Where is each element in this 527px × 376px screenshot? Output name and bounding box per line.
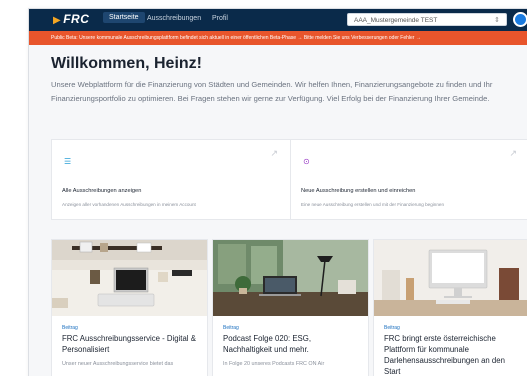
article-excerpt: Unser neuer Ausschreibungsservice bietet… — [62, 361, 174, 367]
top-navigation-bar: ▶ FRC Startseite Ausschreibungen Profil A… — [29, 9, 527, 31]
list-icon: ☰ — [64, 157, 72, 166]
avatar[interactable] — [513, 12, 527, 27]
arrow-up-right-icon: ↗ — [509, 148, 517, 158]
article-title[interactable]: FRC bringt erste österreichische Plattfo… — [384, 333, 514, 376]
beta-banner[interactable]: Public Beta: Unsere kommunale Ausschreib… — [29, 31, 527, 45]
article-image-monitor — [374, 240, 527, 316]
quick-actions: ☰ ↗ Alle Ausschreibungen anzeigen Anzeig… — [51, 139, 527, 220]
article-card[interactable]: Beitrag FRC bringt erste österreichische… — [373, 239, 527, 376]
article-card[interactable]: Beitrag FRC Ausschreibungsservice - Digi… — [51, 239, 208, 376]
article-tag: Beitrag — [223, 325, 239, 331]
article-excerpt: In Folge 20 unseres Podcasts FRC ON Air — [223, 361, 325, 367]
arrow-up-right-icon: ↗ — [270, 148, 278, 158]
article-card[interactable]: Beitrag Podcast Folge 020: ESG, Nachhalt… — [212, 239, 369, 376]
quick-action-all-tenders[interactable]: ☰ ↗ Alle Ausschreibungen anzeigen Anzeig… — [52, 140, 291, 219]
nav-item-startseite[interactable]: Startseite — [103, 12, 145, 23]
chevron-updown-icon: ⇕ — [494, 17, 500, 24]
article-image-desk — [52, 240, 207, 316]
page-title: Willkommen, Heinz! — [51, 55, 202, 72]
logo[interactable]: ▶ FRC — [53, 12, 89, 26]
article-image-workspace — [213, 240, 368, 316]
screen: ▶ FRC Startseite Ausschreibungen Profil A… — [0, 0, 527, 376]
beta-banner-text: Public Beta: Unsere kommunale Ausschreib… — [51, 35, 421, 41]
article-title[interactable]: Podcast Folge 020: ESG, Nachhaltigkeit u… — [223, 333, 361, 355]
article-tag: Beitrag — [384, 325, 400, 331]
municipality-select[interactable]: AAA_Mustergemeinde TEST ⇕ — [347, 13, 507, 26]
browser-viewport: ▶ FRC Startseite Ausschreibungen Profil A… — [28, 8, 527, 376]
article-title[interactable]: FRC Ausschreibungsservice - Digital & Pe… — [62, 333, 200, 355]
article-tag: Beitrag — [62, 325, 78, 331]
intro-text: Unsere Webplattform für die Finanzierung… — [51, 80, 493, 103]
quick-action-new-tender[interactable]: ⊙ ↗ Neue Ausschreibung erstellen und ein… — [291, 140, 527, 219]
quick-action-title: Neue Ausschreibung erstellen und einreic… — [301, 188, 416, 194]
logo-mark-icon: ▶ — [53, 15, 62, 26]
plus-circle-icon: ⊙ — [303, 157, 310, 166]
municipality-select-value: AAA_Mustergemeinde TEST — [354, 17, 438, 24]
nav-item-profil[interactable]: Profil — [212, 15, 228, 22]
logo-text: FRC — [63, 12, 90, 26]
quick-action-title: Alle Ausschreibungen anzeigen — [62, 188, 142, 194]
quick-action-description: Eine neue Ausschreibung erstellen und mi… — [301, 202, 445, 207]
quick-action-description: Anzeigen aller vorhandenen Ausschreibung… — [62, 202, 196, 207]
nav-item-ausschreibungen[interactable]: Ausschreibungen — [147, 15, 201, 22]
